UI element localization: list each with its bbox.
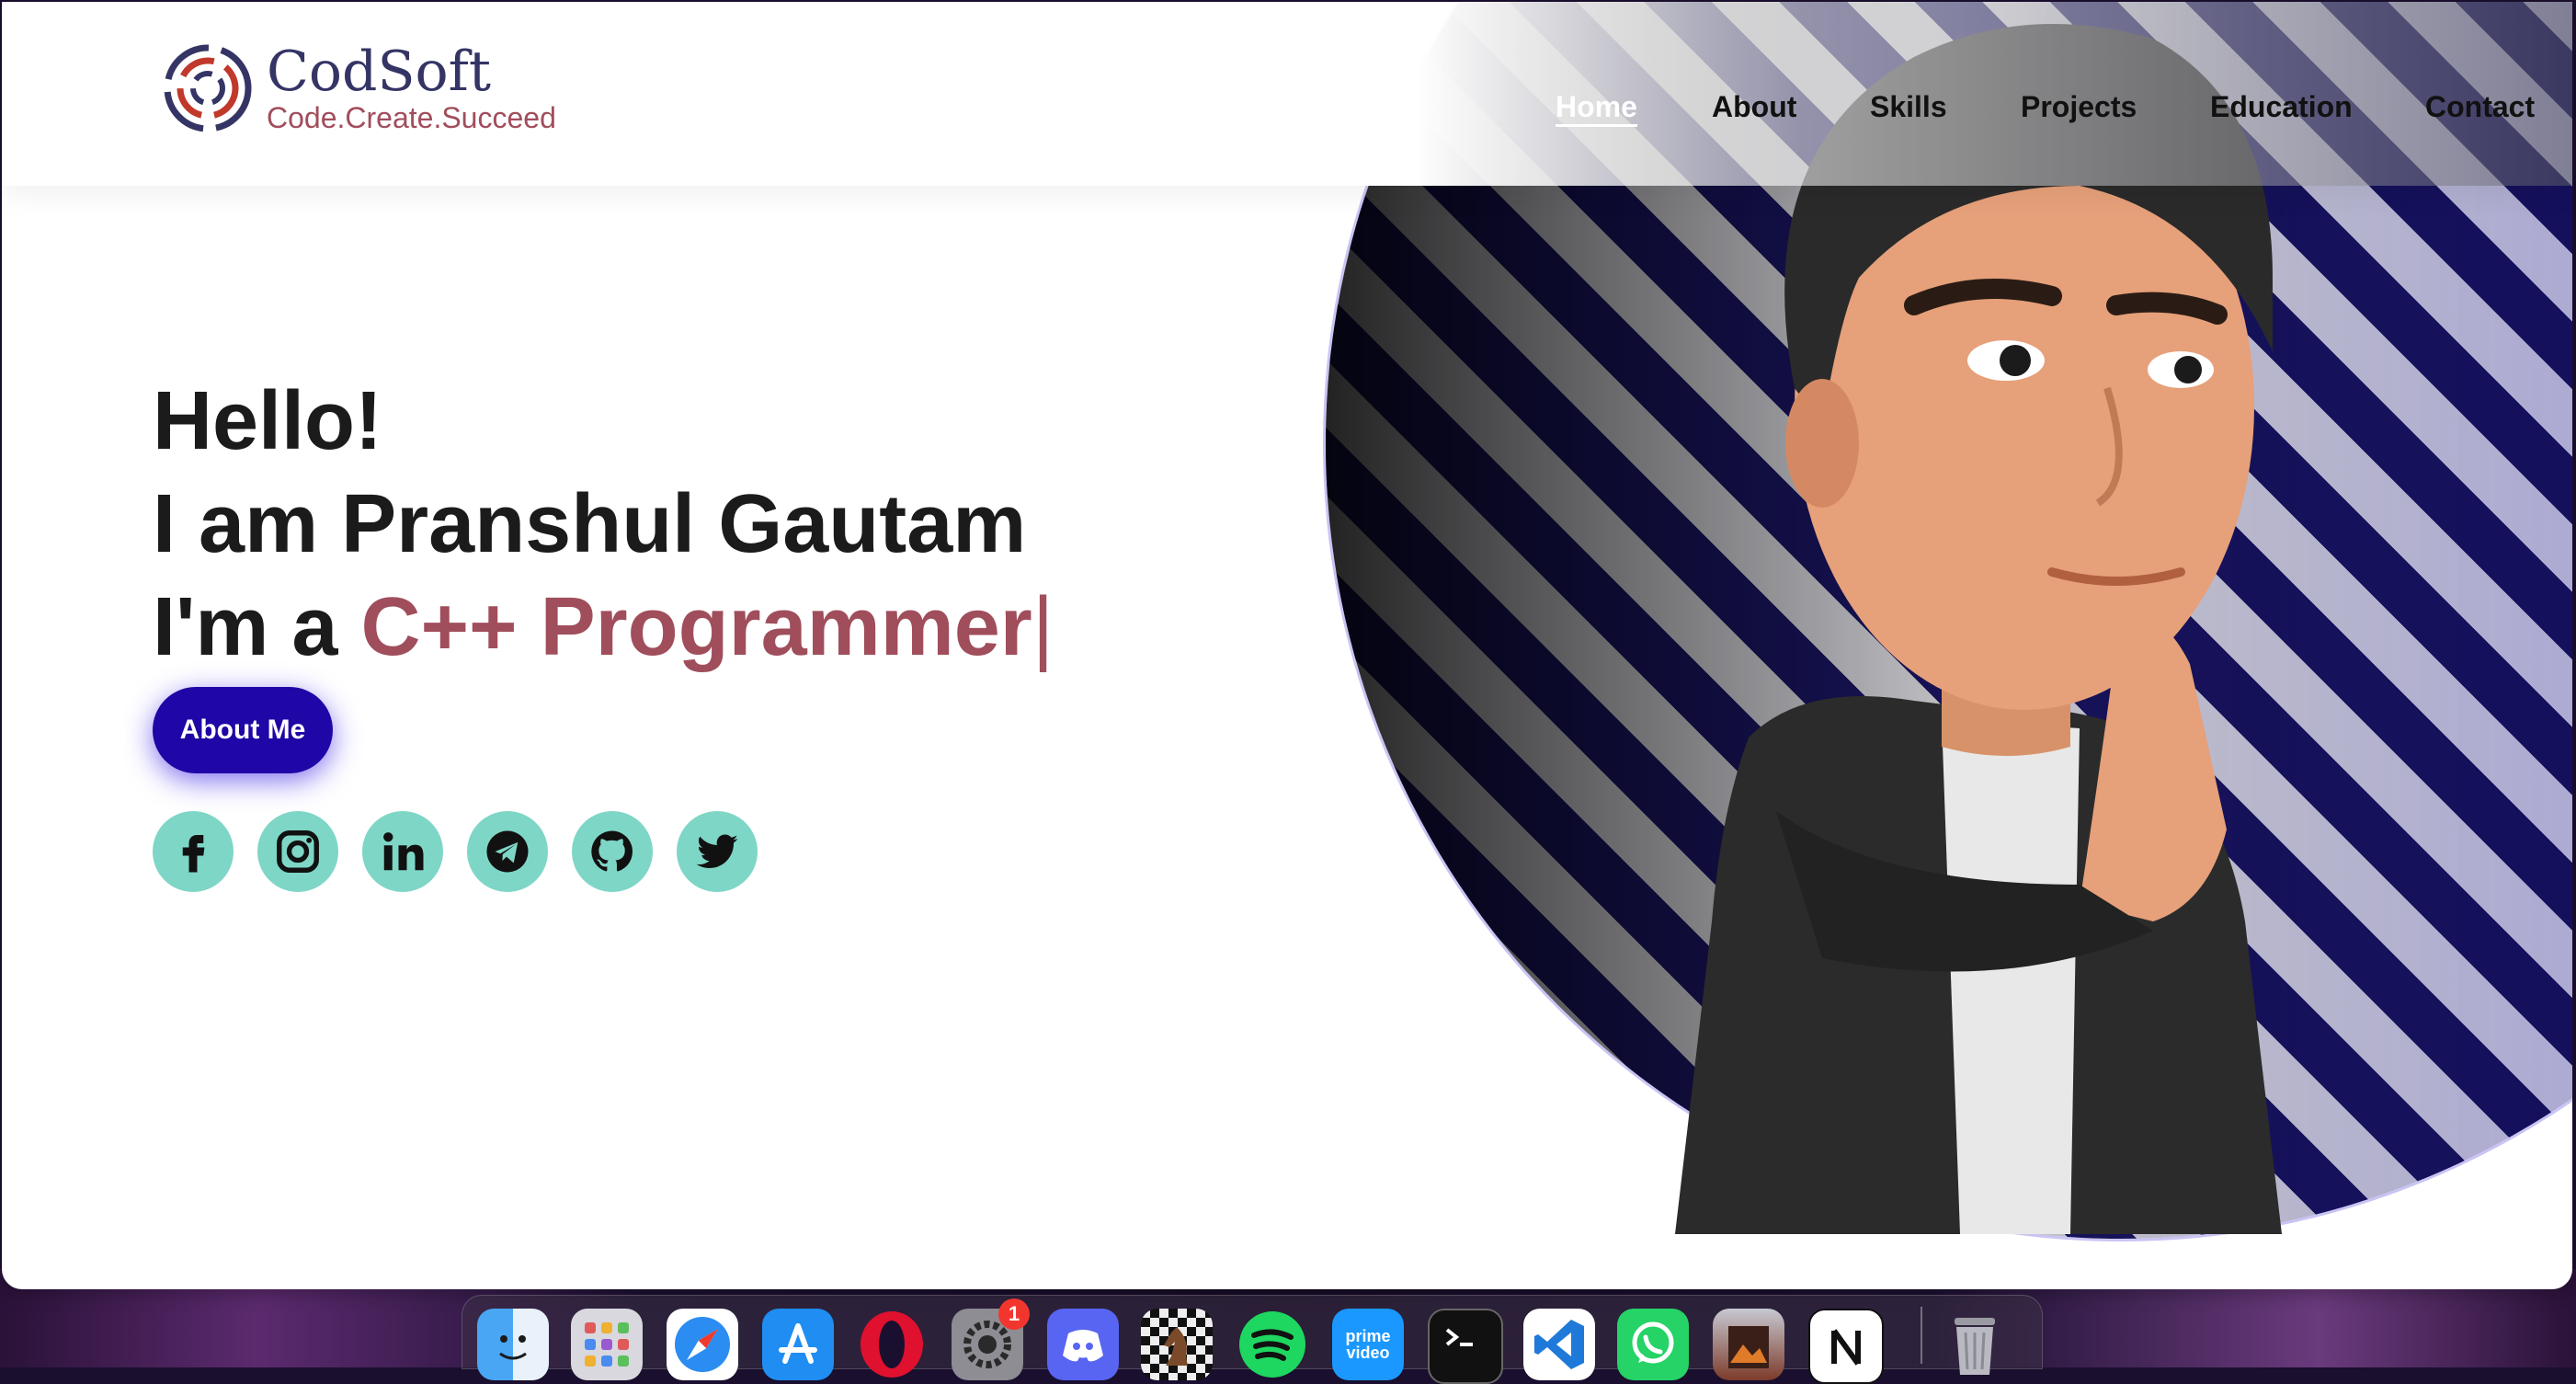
dock-preview[interactable] xyxy=(1713,1309,1784,1380)
twitter-link[interactable] xyxy=(677,811,758,892)
dock-opera[interactable] xyxy=(856,1309,928,1380)
facebook-link[interactable] xyxy=(153,811,234,892)
safari-icon xyxy=(675,1317,730,1372)
finder-icon xyxy=(499,1335,527,1360)
codsoft-logo[interactable]: CodSoft Code.Create.Succeed xyxy=(162,42,556,134)
social-links xyxy=(153,811,758,892)
nav-education[interactable]: Education xyxy=(2210,90,2353,124)
chess-knight-icon xyxy=(1164,1327,1188,1366)
github-link[interactable] xyxy=(572,811,653,892)
whatsapp-icon xyxy=(1632,1321,1674,1364)
app-store-icon xyxy=(779,1323,817,1364)
hero-greeting: Hello! xyxy=(153,375,383,467)
linkedin-icon xyxy=(383,832,424,871)
nav-skills[interactable]: Skills xyxy=(1870,90,1947,124)
macos-dock: prime video xyxy=(462,1295,2043,1384)
about-me-button[interactable]: About Me xyxy=(153,687,333,773)
site-header: CodSoft Code.Create.Succeed Home About S… xyxy=(2,2,2572,186)
dock-trash[interactable] xyxy=(1939,1309,2011,1380)
hero-text: Hello! I am Pranshul Gautam I'm a C++ Pr… xyxy=(153,370,1054,679)
dock-spotify[interactable] xyxy=(1237,1309,1308,1380)
nav-home[interactable]: Home xyxy=(1556,90,1637,127)
opera-icon xyxy=(861,1311,923,1378)
hero-role-prefix: I'm a xyxy=(153,581,361,673)
dock-terminal[interactable] xyxy=(1428,1309,1503,1384)
vscode-icon xyxy=(1534,1320,1584,1369)
logo-name: CodSoft xyxy=(267,40,491,104)
hero-role: C++ Programmer xyxy=(360,581,1032,673)
settings-notification-badge: 1 xyxy=(998,1298,1030,1330)
dock-discord[interactable] xyxy=(1047,1309,1119,1380)
dock-chess[interactable] xyxy=(1141,1309,1213,1380)
dock-vscode[interactable] xyxy=(1523,1309,1595,1380)
codsoft-logo-icon xyxy=(164,44,252,132)
notion-icon xyxy=(1831,1329,1861,1366)
twitter-icon xyxy=(696,834,738,868)
hero-name: I am Pranshul Gautam xyxy=(153,478,1027,570)
launchpad-icon xyxy=(585,1322,629,1367)
dock-app-store[interactable] xyxy=(762,1309,834,1380)
nav-about[interactable]: About xyxy=(1712,90,1796,124)
spotify-icon xyxy=(1239,1311,1305,1378)
telegram-icon xyxy=(486,830,529,873)
typing-cursor: | xyxy=(1032,581,1054,673)
instagram-icon xyxy=(277,830,319,873)
telegram-link[interactable] xyxy=(467,811,548,892)
dock-finder[interactable] xyxy=(477,1309,549,1380)
nav-contact[interactable]: Contact xyxy=(2425,90,2535,124)
terminal-icon xyxy=(1445,1328,1473,1346)
github-icon xyxy=(591,830,633,872)
browser-window: CodSoft Code.Create.Succeed Home About S… xyxy=(2,2,2572,1289)
dock-prime-video[interactable]: prime video xyxy=(1332,1309,1404,1380)
dock-notion[interactable] xyxy=(1808,1309,1884,1384)
dock-whatsapp[interactable] xyxy=(1617,1309,1689,1380)
avatar-image xyxy=(1638,2,2374,1234)
linkedin-link[interactable] xyxy=(362,811,443,892)
preview-icon xyxy=(1728,1326,1769,1368)
facebook-icon xyxy=(182,835,205,873)
nav-projects[interactable]: Projects xyxy=(2021,90,2137,124)
discord-icon xyxy=(1063,1330,1103,1362)
hero-role-line: I'm a C++ Programmer| xyxy=(153,576,1054,679)
dock-launchpad[interactable] xyxy=(571,1309,643,1380)
dock-safari[interactable] xyxy=(667,1309,738,1380)
dock-separator xyxy=(1921,1307,1922,1364)
instagram-link[interactable] xyxy=(257,811,338,892)
logo-tagline: Code.Create.Succeed xyxy=(267,101,556,134)
prime-video-label: prime video xyxy=(1345,1327,1391,1362)
